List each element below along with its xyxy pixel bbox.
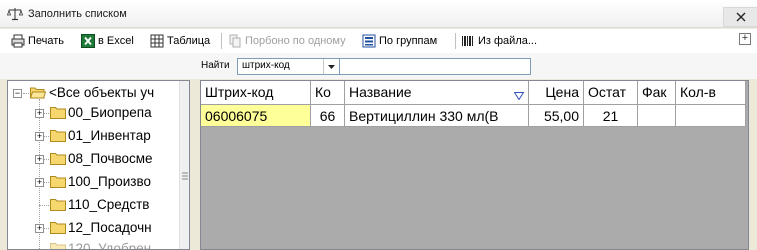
- from-file-button[interactable]: Из файла...: [461, 31, 537, 51]
- by-groups-button[interactable]: По группам: [362, 31, 437, 51]
- sort-desc-icon: [513, 87, 525, 101]
- column-header-name[interactable]: Название: [345, 81, 529, 105]
- folder-open-icon: [29, 86, 47, 99]
- tree-item-label: 08_Почвосме: [68, 151, 153, 166]
- cell-stock[interactable]: 21: [584, 105, 638, 127]
- collapse-icon[interactable]: −: [13, 89, 22, 98]
- cell-price[interactable]: 55,00: [529, 105, 584, 127]
- one-by-one-button[interactable]: Порбоно по одному: [228, 31, 346, 51]
- tree-item-label: 120_Удобрен: [68, 241, 152, 250]
- print-button[interactable]: Печать: [11, 31, 64, 51]
- excel-button[interactable]: в Excel: [81, 31, 134, 51]
- close-button[interactable]: [723, 7, 757, 27]
- tree-item[interactable]: + 01_Инвентар: [8, 126, 180, 146]
- column-header-stock[interactable]: Остат: [584, 81, 638, 105]
- cell-name[interactable]: Вертициллин 330 мл(В: [345, 105, 529, 127]
- tree-root-label: <Все объекты уч: [49, 85, 155, 100]
- scroll-grip-icon: [182, 171, 188, 180]
- copy-icon: [228, 34, 242, 48]
- expand-icon[interactable]: +: [35, 224, 44, 233]
- grid-header: Штрих-код Ко Название Цена Остат Фак Кол…: [201, 81, 746, 105]
- folder-icon: [50, 242, 66, 249]
- search-label: Найти: [201, 60, 230, 71]
- column-header-barcode[interactable]: Штрих-код: [201, 81, 311, 105]
- groups-icon: [362, 34, 376, 48]
- table-label: Таблица: [167, 35, 211, 47]
- tree-root[interactable]: − <Все объекты уч: [8, 83, 180, 103]
- window-title: Заполнить списком: [28, 8, 127, 20]
- tree-item-label: 12_Посадочн: [68, 220, 152, 235]
- search-field-value: штрих-код: [242, 60, 290, 71]
- tree-item[interactable]: + 08_Почвосме: [8, 149, 180, 169]
- tree-item-label: 100_Произво: [68, 174, 152, 189]
- tree-item[interactable]: 120_Удобрен: [8, 239, 180, 250]
- search-bar: Найти штрих-код: [0, 53, 757, 79]
- category-tree: − <Все объекты уч + 00_Биопрепа + 01_Инв…: [7, 80, 190, 250]
- folder-icon: [50, 129, 66, 142]
- from-file-label: Из файла...: [478, 35, 538, 47]
- expand-icon[interactable]: +: [35, 132, 44, 141]
- excel-icon: [81, 34, 95, 48]
- column-header-qty[interactable]: Кол-в: [676, 81, 746, 105]
- excel-label: в Excel: [98, 35, 134, 47]
- expand-icon[interactable]: +: [35, 155, 44, 164]
- tree-item[interactable]: + 00_Биопрепа: [8, 103, 180, 123]
- folder-icon: [50, 152, 66, 165]
- column-header-fact[interactable]: Фак: [638, 81, 676, 105]
- tree-item-label: 01_Инвентар: [68, 128, 151, 143]
- items-grid: Штрих-код Ко Название Цена Остат Фак Кол…: [200, 80, 749, 250]
- scales-icon: [6, 7, 24, 21]
- search-input[interactable]: [340, 58, 531, 75]
- tree-scrollbar[interactable]: [179, 81, 189, 249]
- folder-icon: [50, 106, 66, 119]
- search-field-select[interactable]: штрих-код: [237, 58, 340, 75]
- one-by-one-label: Порбоно по одному: [245, 35, 346, 47]
- folder-icon: [50, 221, 66, 234]
- column-header-name-label: Название: [349, 84, 412, 100]
- cell-fact[interactable]: [638, 105, 676, 127]
- tree-item[interactable]: 110_Средств: [8, 195, 180, 215]
- table-row[interactable]: 06006075 66 Вертициллин 330 мл(В 55,00 2…: [201, 105, 746, 127]
- expand-icon[interactable]: +: [35, 109, 44, 118]
- print-label: Печать: [28, 35, 65, 47]
- column-header-code[interactable]: Ко: [311, 81, 345, 105]
- by-groups-label: По группам: [379, 35, 438, 47]
- table-icon: [150, 34, 164, 48]
- tree-item[interactable]: + 100_Произво: [8, 172, 180, 192]
- printer-icon: [11, 34, 25, 48]
- cell-code[interactable]: 66: [311, 105, 345, 127]
- expand-panel-button[interactable]: +: [739, 33, 751, 45]
- tree-item-label: 00_Биопрепа: [68, 105, 152, 120]
- expand-icon[interactable]: +: [35, 178, 44, 187]
- tree-item-label: 110_Средств: [68, 197, 150, 212]
- folder-icon: [50, 198, 66, 211]
- toolbar-separator: [455, 33, 456, 49]
- title-bar: Заполнить списком: [0, 0, 757, 28]
- cell-qty[interactable]: [676, 105, 746, 127]
- tree-item[interactable]: + 12_Посадочн: [8, 218, 180, 238]
- toolbar: Печать в Excel Таблица Порбоно по одному…: [0, 29, 757, 53]
- cell-barcode[interactable]: 06006075: [201, 105, 311, 127]
- toolbar-separator: [221, 33, 222, 49]
- barcode-icon: [461, 34, 475, 48]
- folder-icon: [50, 175, 66, 188]
- column-header-price[interactable]: Цена: [529, 81, 584, 105]
- dropdown-arrow-icon[interactable]: [323, 59, 339, 74]
- close-icon: [736, 12, 745, 22]
- table-button[interactable]: Таблица: [150, 31, 210, 51]
